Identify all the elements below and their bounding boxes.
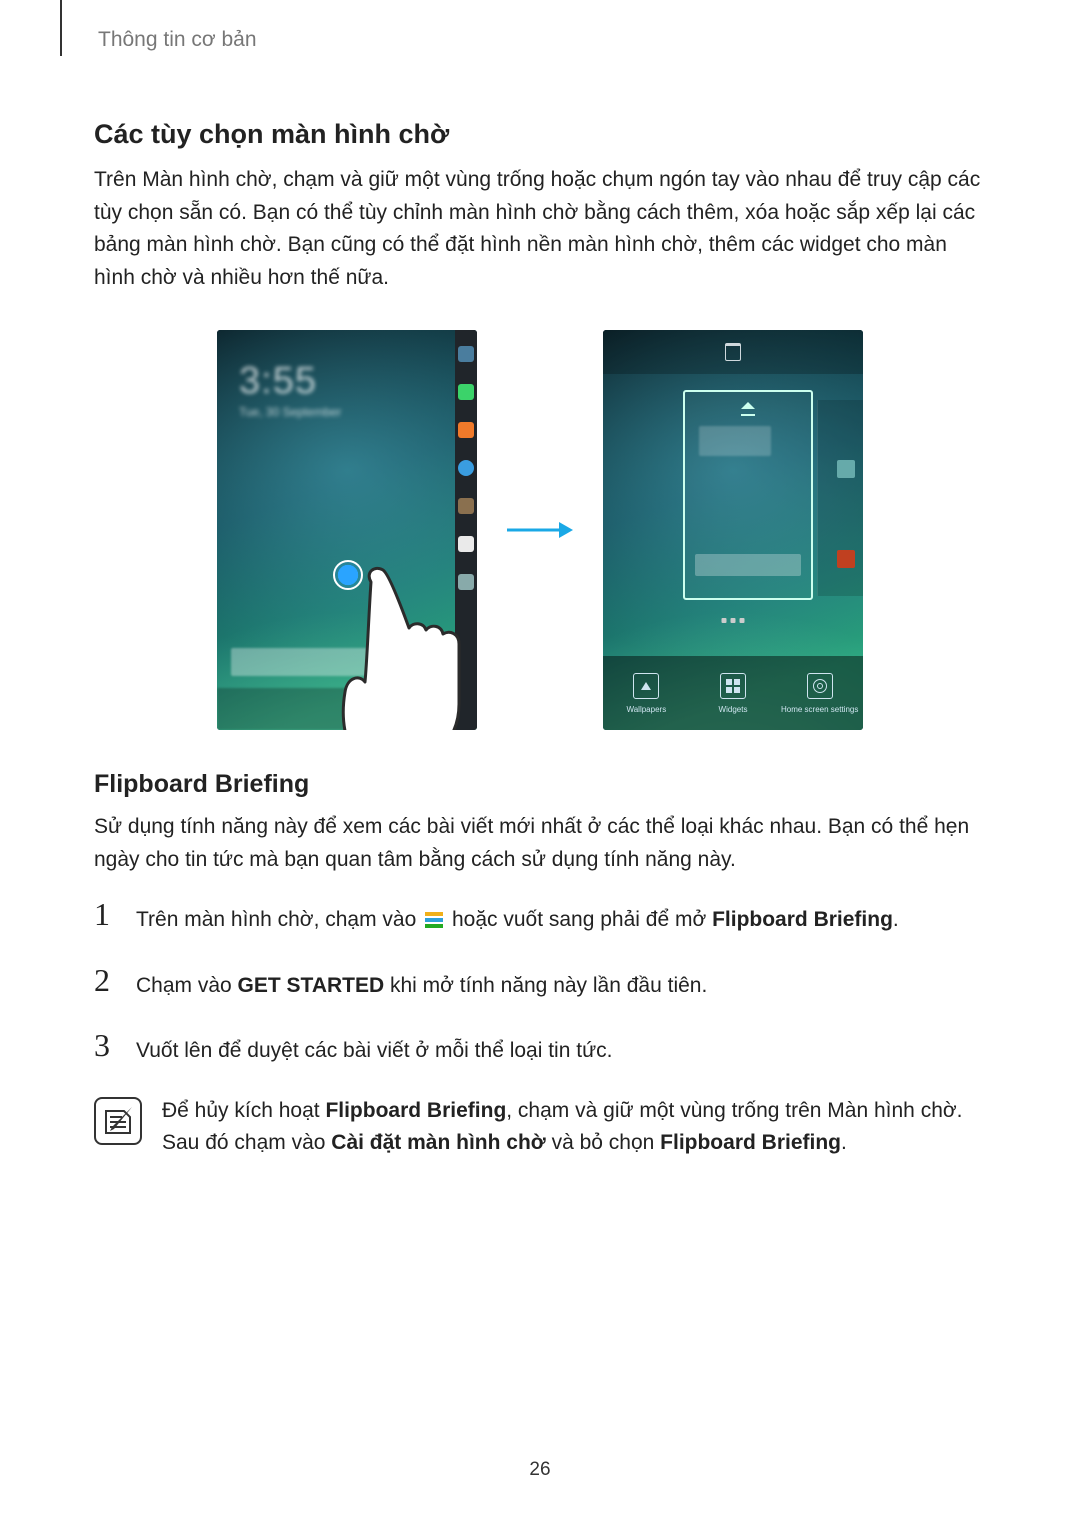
page: Thông tin cơ bản Các tùy chọn màn hình c… [0, 0, 1080, 1527]
note-icon [94, 1097, 142, 1145]
browser-icon [458, 460, 474, 476]
step-body: Chạm vào GET STARTED khi mở tính năng nà… [136, 964, 707, 1002]
edge-panel [455, 330, 477, 730]
panel-preview [683, 390, 813, 600]
header-section-link[interactable]: Thông tin cơ bản [98, 28, 257, 52]
widgets-label: Widgets [719, 705, 748, 714]
wallpapers-button: Wallpapers [603, 656, 690, 730]
bold-text: GET STARTED [238, 974, 385, 997]
playstore-icon [458, 536, 474, 552]
step-2: 2 Chạm vào GET STARTED khi mở tính năng … [94, 964, 986, 1002]
grid-icon [726, 679, 740, 693]
settings-label: Home screen settings [781, 705, 858, 714]
text: . [893, 908, 899, 931]
home-icon [741, 402, 755, 416]
dock [217, 688, 455, 730]
edit-toolbar: Wallpapers Widgets Home screen settings [603, 656, 863, 730]
star-icon [458, 346, 474, 362]
image-icon [641, 682, 651, 690]
bold-text: Flipboard Briefing [325, 1099, 506, 1122]
step-number: 2 [94, 964, 118, 996]
figure-row: 3:55 Tue, 30 September [94, 330, 986, 730]
bold-text: Flipboard Briefing [660, 1131, 841, 1154]
trash-icon [725, 343, 741, 361]
steps-list: 1 Trên màn hình chờ, chạm vào hoặc vuốt … [94, 898, 986, 1067]
gear-icon [813, 679, 827, 693]
settings-button: Home screen settings [776, 656, 863, 730]
app-preview-icon [837, 550, 855, 568]
search-preview [695, 554, 801, 576]
step-body: Vuốt lên để duyệt các bài viết ở mỗi thể… [136, 1029, 612, 1067]
text: và bỏ chọn [546, 1131, 660, 1154]
text: Trên màn hình chờ, chạm vào [136, 908, 422, 931]
briefing-tile-icon [425, 912, 443, 928]
screenshot-homescreen: 3:55 Tue, 30 September [217, 330, 477, 730]
text: . [841, 1131, 847, 1154]
para-home-screen-options: Trên Màn hình chờ, chạm và giữ một vùng … [94, 164, 986, 294]
clock-preview [699, 426, 771, 456]
note-body: Để hủy kích hoạt Flipboard Briefing, chạ… [162, 1095, 986, 1160]
search-bar [231, 648, 441, 676]
bold-text: Cài đặt màn hình chờ [331, 1131, 545, 1154]
text: Chạm vào [136, 974, 238, 997]
heading-home-screen-options: Các tùy chọn màn hình chờ [94, 119, 986, 150]
camera-icon [458, 498, 474, 514]
heading-flipboard: Flipboard Briefing [94, 770, 986, 799]
page-number: 26 [529, 1459, 550, 1481]
app-preview-icon [837, 460, 855, 478]
note-block: Để hủy kích hoạt Flipboard Briefing, chạ… [94, 1095, 986, 1160]
apps-icon [458, 574, 474, 590]
screenshot-homescreen-edit: Wallpapers Widgets Home screen settings [603, 330, 863, 730]
text: Để hủy kích hoạt [162, 1099, 325, 1122]
topbar [603, 330, 863, 374]
header-divider [60, 0, 62, 56]
bold-text: Flipboard Briefing [712, 908, 893, 931]
step-3: 3 Vuốt lên để duyệt các bài viết ở mỗi t… [94, 1029, 986, 1067]
touch-indicator-icon [333, 560, 363, 590]
step-body: Trên màn hình chờ, chạm vào hoặc vuốt sa… [136, 898, 899, 936]
step-number: 3 [94, 1029, 118, 1061]
phone-icon [458, 384, 474, 400]
para-flipboard: Sử dụng tính năng này để xem các bài viế… [94, 811, 986, 876]
arrow-right-icon [507, 520, 573, 540]
step-1: 1 Trên màn hình chờ, chạm vào hoặc vuốt … [94, 898, 986, 936]
panel-preview-next [817, 400, 863, 596]
text: khi mở tính năng này lần đầu tiên. [384, 974, 707, 997]
contacts-icon [458, 422, 474, 438]
wallpapers-label: Wallpapers [626, 705, 666, 714]
text: hoặc vuốt sang phải để mở [452, 908, 712, 931]
widgets-button: Widgets [690, 656, 777, 730]
clock-widget: 3:55 Tue, 30 September [239, 360, 341, 419]
page-indicator [722, 618, 745, 623]
step-number: 1 [94, 898, 118, 930]
